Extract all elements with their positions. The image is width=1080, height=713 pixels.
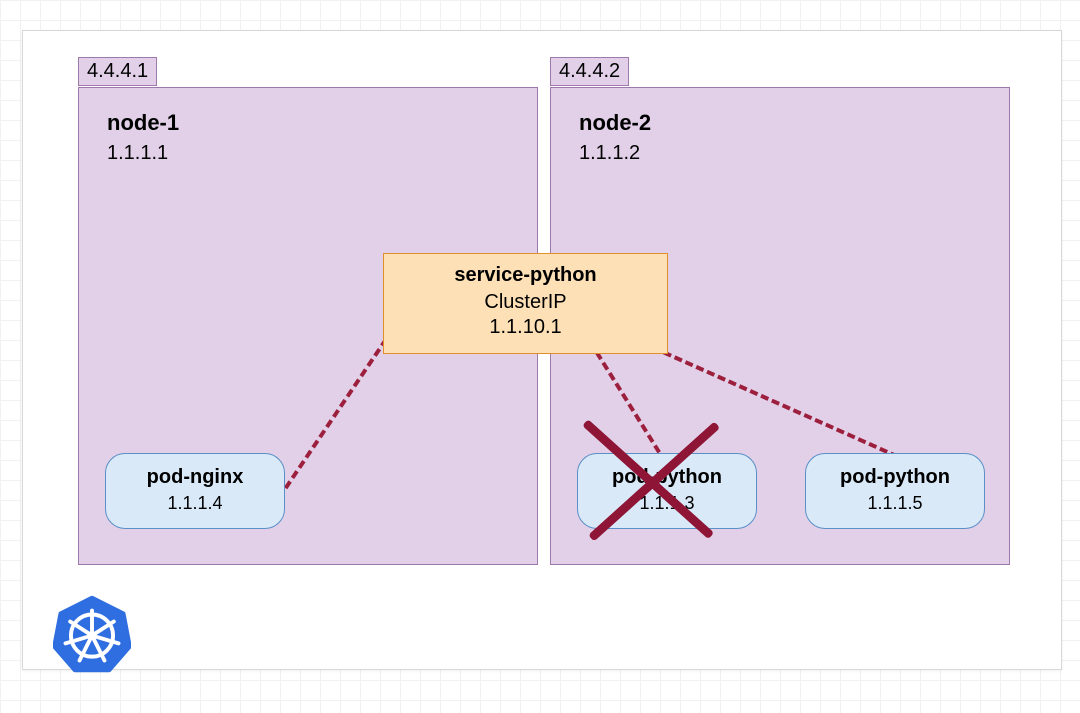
service-box: service-python ClusterIP 1.1.10.1 xyxy=(383,253,668,354)
pod-nginx-ip: 1.1.1.4 xyxy=(114,493,276,514)
pod-nginx-box: pod-nginx 1.1.1.4 xyxy=(105,453,285,529)
diagram-canvas: 4.4.4.1 node-1 1.1.1.1 pod-nginx 1.1.1.4… xyxy=(22,30,1062,670)
service-name: service-python xyxy=(404,264,647,287)
kubernetes-icon xyxy=(53,595,131,673)
node-1-internal-ip: 1.1.1.1 xyxy=(107,142,179,165)
node-1-external-ip-tag: 4.4.4.1 xyxy=(78,57,157,86)
node-2-internal-ip: 1.1.1.2 xyxy=(579,142,651,165)
pod-python-2-ip: 1.1.1.5 xyxy=(814,493,976,514)
node-2-external-ip: 4.4.4.2 xyxy=(559,60,620,82)
pod-nginx-name: pod-nginx xyxy=(114,466,276,489)
node-2-name: node-2 xyxy=(579,110,651,136)
pod-python-2-box: pod-python 1.1.1.5 xyxy=(805,453,985,529)
node-1-external-ip: 4.4.4.1 xyxy=(87,60,148,82)
service-type: ClusterIP xyxy=(404,291,647,314)
node-2-external-ip-tag: 4.4.4.2 xyxy=(550,57,629,86)
node-1-name: node-1 xyxy=(107,110,179,136)
pod-python-2-name: pod-python xyxy=(814,466,976,489)
service-ip: 1.1.10.1 xyxy=(404,316,647,339)
